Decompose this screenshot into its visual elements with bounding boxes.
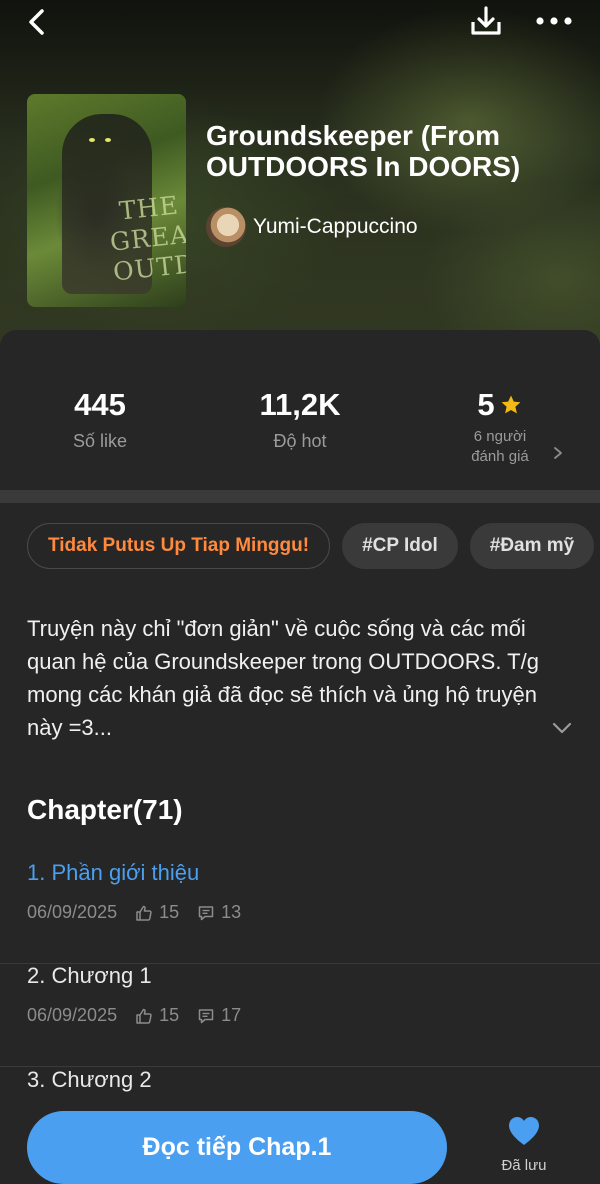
stat-hot: 11,2K Độ hot <box>220 387 380 452</box>
chapter-row-2[interactable]: 2. Chương 1 06/09/2025 15 17 <box>0 963 600 1067</box>
thumbs-up-icon <box>136 1008 152 1024</box>
likes-value: 445 <box>74 387 126 422</box>
author-link[interactable]: Yumi-Cappuccino <box>206 207 418 247</box>
chapter-title: 3. Chương 2 <box>27 1067 152 1092</box>
section-divider <box>0 490 600 503</box>
chevron-left-icon <box>29 9 44 35</box>
chapter-title: 2. Chương 1 <box>27 963 152 988</box>
chapter-date: 06/09/2025 <box>27 1005 118 1025</box>
tag-list: Tidak Putus Up Tiap Minggu! #CP Idol #Đa… <box>27 523 595 569</box>
story-description: Truyện này chỉ "đơn giản" về cuộc sống v… <box>27 616 539 740</box>
story-cover[interactable]: THE GREAT OUTDOO <box>27 94 186 307</box>
rating-value: 5 <box>477 387 495 422</box>
more-options-button[interactable] <box>534 8 574 34</box>
more-horizontal-icon <box>536 17 572 25</box>
stats-card: 445 Số like 11,2K Độ hot 5 6 người đánh … <box>0 330 600 490</box>
chapter-title: 1. Phần giới thiệu <box>27 860 200 885</box>
download-button[interactable] <box>468 3 504 39</box>
stat-likes: 445 Số like <box>40 387 160 452</box>
comment-icon <box>198 1008 214 1023</box>
tag-dam-my[interactable]: #Đam mỹ <box>469 523 595 569</box>
chapter-row-1[interactable]: 1. Phần giới thiệu 06/09/2025 15 13 <box>0 860 600 964</box>
author-avatar <box>206 207 246 247</box>
chapter-comments: 13 <box>221 902 242 922</box>
likes-label: Số like <box>72 431 128 451</box>
hot-value: 11,2K <box>259 387 341 422</box>
saved-label: Đã lưu <box>501 1157 547 1174</box>
heart-icon <box>509 1117 539 1145</box>
back-button[interactable] <box>22 6 54 38</box>
author-name: Yumi-Cappuccino <box>253 215 418 238</box>
rating-count-label: 6 người đánh giá <box>440 427 560 467</box>
star-icon <box>501 395 521 414</box>
bottom-action-bar: Đọc tiếp Chap.1 Đã lưu <box>0 1093 600 1184</box>
chapter-comments: 17 <box>221 1005 242 1025</box>
rating-label-line1: 6 người <box>473 428 527 445</box>
chapter-meta: 06/09/2025 15 13 <box>27 902 241 923</box>
saved-button[interactable]: Đã lưu <box>490 1115 558 1174</box>
stat-rating[interactable]: 5 6 người đánh giá <box>440 387 560 467</box>
cover-eye-left <box>89 138 95 142</box>
comment-icon <box>198 905 214 920</box>
hot-label: Độ hot <box>273 431 327 451</box>
rating-row: 5 <box>440 387 560 423</box>
rating-label-line2: đánh giá <box>471 448 529 465</box>
cover-eye-right <box>105 138 111 142</box>
cover-text: THE GREAT OUTDOO <box>108 190 186 287</box>
tag-cp-idol[interactable]: #CP Idol <box>342 523 458 569</box>
chapter-date: 06/09/2025 <box>27 902 118 922</box>
chapter-likes: 15 <box>159 902 180 922</box>
chapter-likes: 15 <box>159 1005 180 1025</box>
chapter-meta: 06/09/2025 15 17 <box>27 1005 241 1026</box>
tag-update-schedule[interactable]: Tidak Putus Up Tiap Minggu! <box>27 523 331 569</box>
story-title: Groundskeeper (From OUTDOORS In DOORS) <box>206 120 521 182</box>
chevron-right-icon[interactable] <box>551 445 565 461</box>
download-icon <box>471 6 501 35</box>
top-bar <box>0 0 600 50</box>
chevron-down-icon[interactable] <box>550 718 574 738</box>
hero-banner: THE GREAT OUTDOO Groundskeeper (From OUT… <box>0 0 600 350</box>
thumbs-up-icon <box>136 905 152 921</box>
continue-reading-button[interactable]: Đọc tiếp Chap.1 <box>27 1111 447 1184</box>
chapter-heading: Chapter(71) <box>27 794 183 825</box>
